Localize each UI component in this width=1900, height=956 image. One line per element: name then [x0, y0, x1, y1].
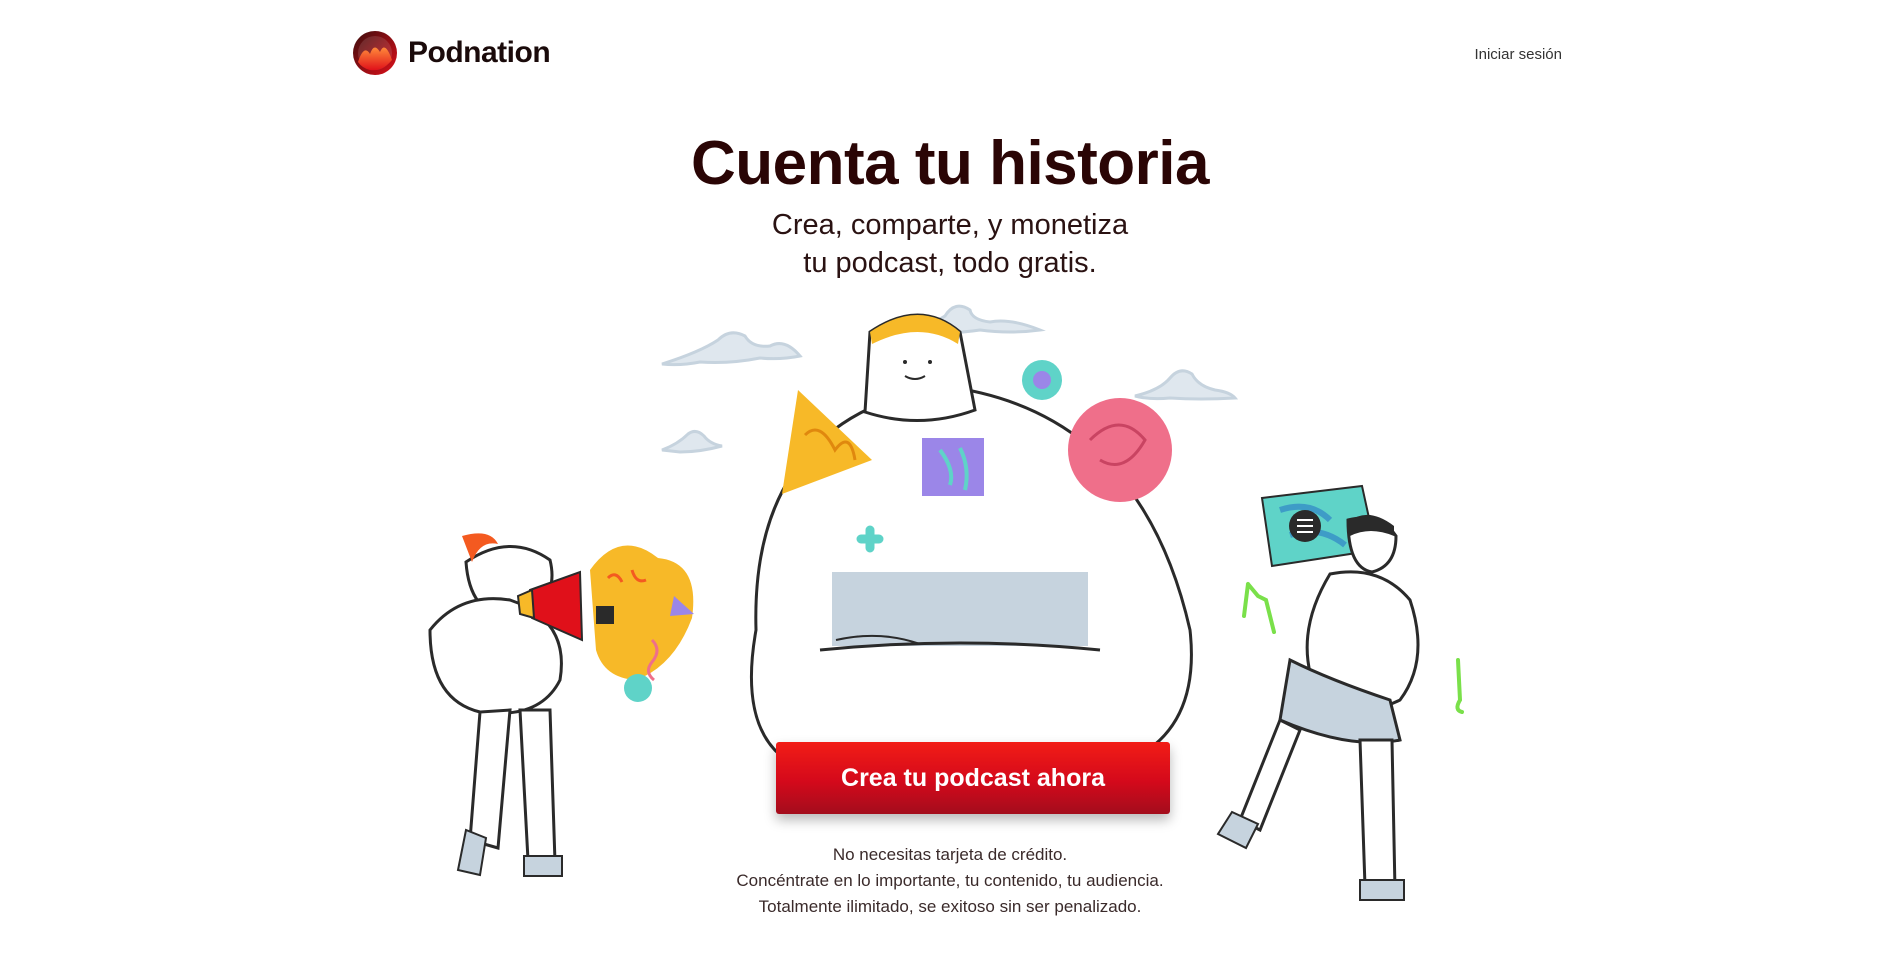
hero-subtitle: Crea, comparte, y monetiza tu podcast, t…: [0, 206, 1900, 282]
megaphone-character: [428, 533, 694, 877]
brand-link[interactable]: Podnation: [352, 30, 551, 76]
hero-subtitle-line: Crea, comparte, y monetiza: [771, 209, 1129, 241]
landing-page: Podnation Iniciar sesión Cuenta tu histo…: [0, 0, 1900, 956]
cta-notes: No necesitas tarjeta de crédito. Concént…: [0, 842, 1900, 920]
top-header: Podnation Iniciar sesión: [352, 30, 1562, 82]
note-line: No necesitas tarjeta de crédito.: [832, 845, 1068, 864]
brand-name: Podnation: [408, 36, 551, 69]
hero-subtitle-line: tu podcast, todo gratis.: [803, 247, 1097, 279]
login-link[interactable]: Iniciar sesión: [1474, 46, 1562, 63]
hero-title: Cuenta tu historia: [690, 129, 1210, 198]
note-line: Totalmente ilimitado, se exitoso sin ser…: [758, 897, 1142, 916]
create-podcast-button[interactable]: Crea tu podcast ahora: [776, 742, 1170, 814]
podnation-logo-icon: [353, 31, 397, 75]
right-character: [1216, 484, 1464, 901]
note-line: Concéntrate en lo importante, tu conteni…: [736, 871, 1164, 890]
center-character: [750, 313, 1193, 769]
